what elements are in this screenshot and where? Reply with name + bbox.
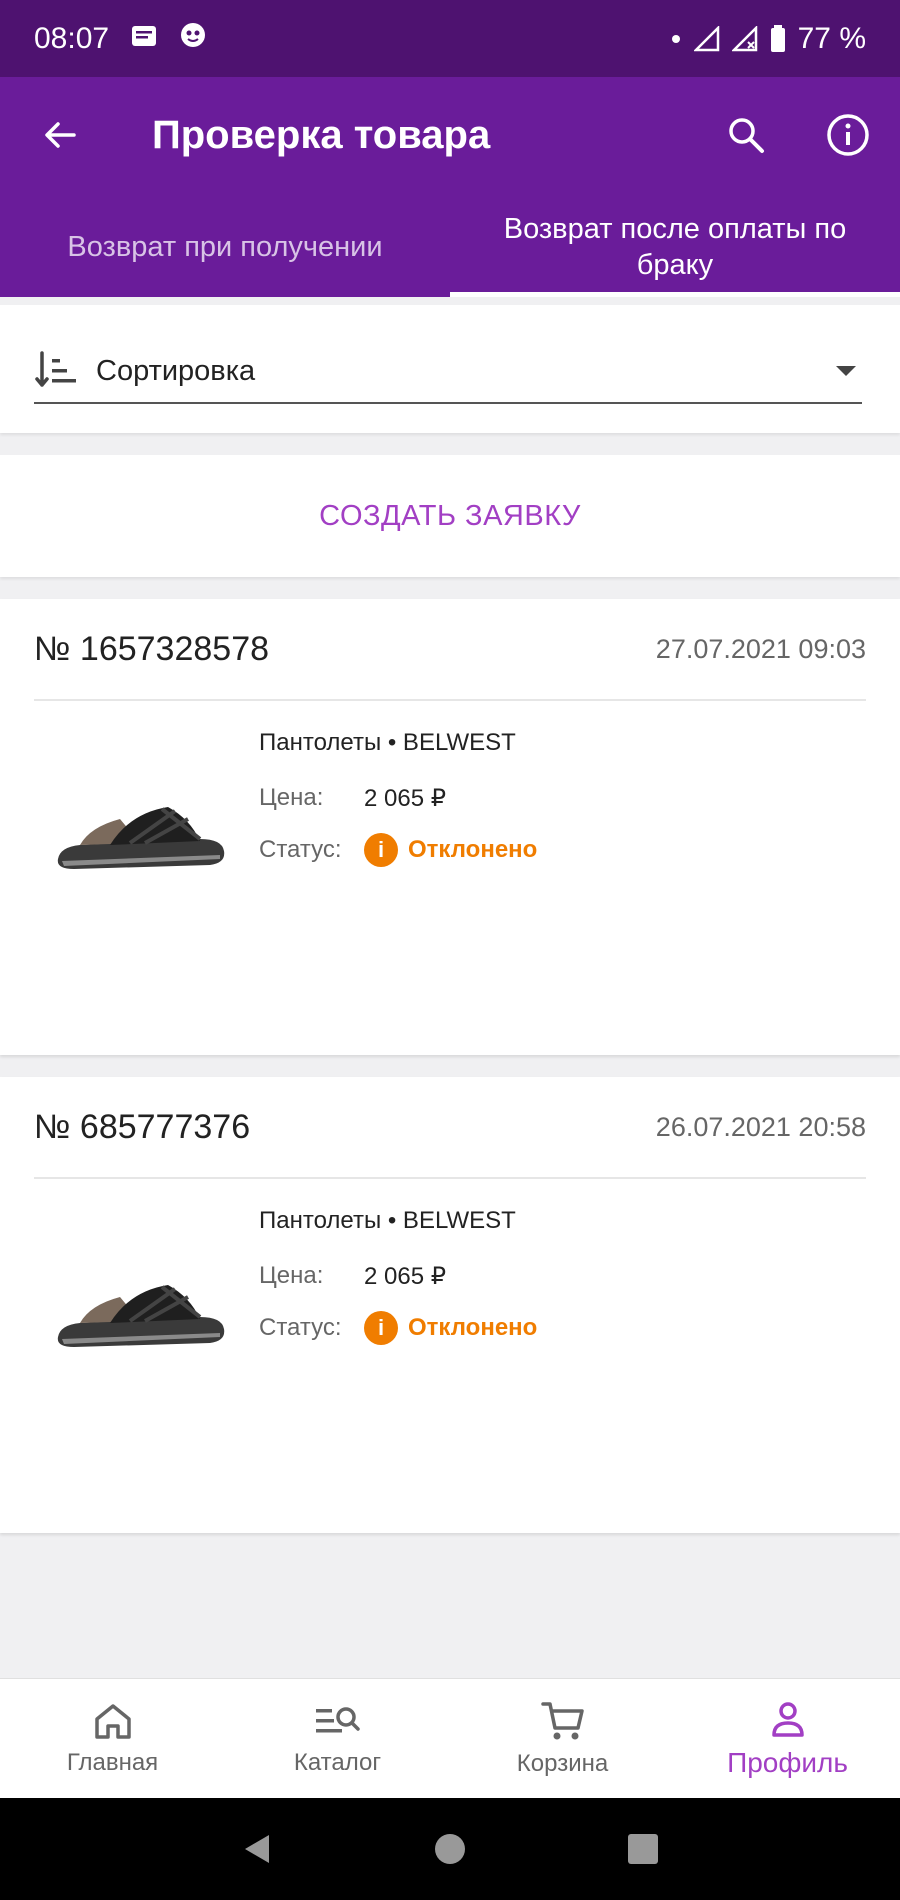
message-notification-icon [131,22,157,56]
page-title: Проверка товара [152,113,491,157]
request-header: № 1657328578 27.07.2021 09:03 [34,599,866,701]
home-icon [94,1704,131,1739]
create-request-card: СОЗДАТЬ ЗАЯВКУ [0,455,900,577]
product-image [40,1217,240,1417]
signal-no-sim-icon [731,25,758,52]
request-date: 27.07.2021 09:03 [655,633,866,664]
arrow-back-icon [45,122,76,148]
status-label: Статус: [259,1314,342,1341]
warning-info-icon: i [364,833,398,867]
app-bar: Проверка товара Возврат при получении Во… [0,77,900,297]
price-label: Цена: [259,784,324,811]
sort-icon [35,351,76,387]
product-image [40,739,240,939]
battery-percent: 77 % [797,21,866,55]
nav-home-label: Главная [66,1749,159,1776]
request-info: Пантолеты • BELWEST Цена: 2 065 ₽ Статус… [259,1207,537,1365]
sort-dropdown[interactable]: Сортировка [34,340,862,404]
app-notification-icon [179,21,207,57]
status-value: Отклонено [408,836,538,863]
info-icon [827,114,869,156]
system-home-icon[interactable] [432,1831,468,1867]
warning-info-icon: i [364,1311,398,1345]
price-label: Цена: [259,1262,324,1289]
cart-icon [540,1702,584,1740]
dropdown-arrow-icon [836,366,856,376]
status-value: Отклонено [408,1314,538,1341]
request-header: № 685777376 26.07.2021 20:58 [34,1077,866,1179]
status-row: Статус: i Отклонено [259,833,538,867]
price-row: Цена: 2 065 ₽ [259,783,537,813]
nav-cart-label: Корзина [516,1750,609,1777]
product-name: Пантолеты • BELWEST [259,729,516,756]
catalog-search-icon [315,1707,360,1733]
request-info: Пантолеты • BELWEST Цена: 2 065 ₽ Статус… [259,729,537,887]
price-value: 2 065 ₽ [364,1262,446,1290]
profile-icon [771,1702,804,1737]
tab-return-on-receipt[interactable]: Возврат при получении [0,197,450,297]
price-row: Цена: 2 065 ₽ [259,1261,537,1291]
status-label: Статус: [259,836,342,863]
status-bar: 08:07 77 % [0,0,900,77]
back-button[interactable] [30,105,90,165]
nav-catalog[interactable]: Каталог [225,1679,450,1799]
system-navigation-bar [0,1798,900,1900]
request-number: № 685777376 [34,1107,251,1146]
signal-icon [693,25,720,52]
search-icon [729,118,764,153]
status-time: 08:07 [34,21,110,55]
request-date: 26.07.2021 20:58 [655,1111,866,1142]
price-value: 2 065 ₽ [364,784,446,812]
search-button[interactable] [716,105,776,165]
system-back-icon[interactable] [239,1831,275,1867]
nav-profile-label: Профиль [727,1747,848,1778]
bottom-navigation: Главная Каталог Корзина Профиль [0,1678,900,1798]
battery-icon [770,24,786,53]
nav-profile[interactable]: Профиль [675,1679,900,1799]
nav-cart[interactable]: Корзина [450,1679,675,1799]
nav-catalog-label: Каталог [293,1749,382,1776]
request-card[interactable]: № 1657328578 27.07.2021 09:03 Пантолеты … [0,599,900,1055]
tab-return-after-payment[interactable]: Возврат после оплаты по браку [450,197,900,297]
product-name: Пантолеты • BELWEST [259,1207,516,1234]
nav-home[interactable]: Главная [0,1679,225,1799]
request-number: № 1657328578 [34,629,270,668]
status-row: Статус: i Отклонено [259,1311,538,1345]
system-recents-icon[interactable] [625,1831,661,1867]
sort-card: Сортировка [0,305,900,433]
tab-bar: Возврат при получении Возврат после опла… [0,197,900,297]
info-button[interactable] [818,105,878,165]
sort-label: Сортировка [96,354,256,387]
create-request-button[interactable]: СОЗДАТЬ ЗАЯВКУ [319,500,581,533]
request-card[interactable]: № 685777376 26.07.2021 20:58 Пантолеты •… [0,1077,900,1533]
dot-indicator-icon [670,33,682,45]
